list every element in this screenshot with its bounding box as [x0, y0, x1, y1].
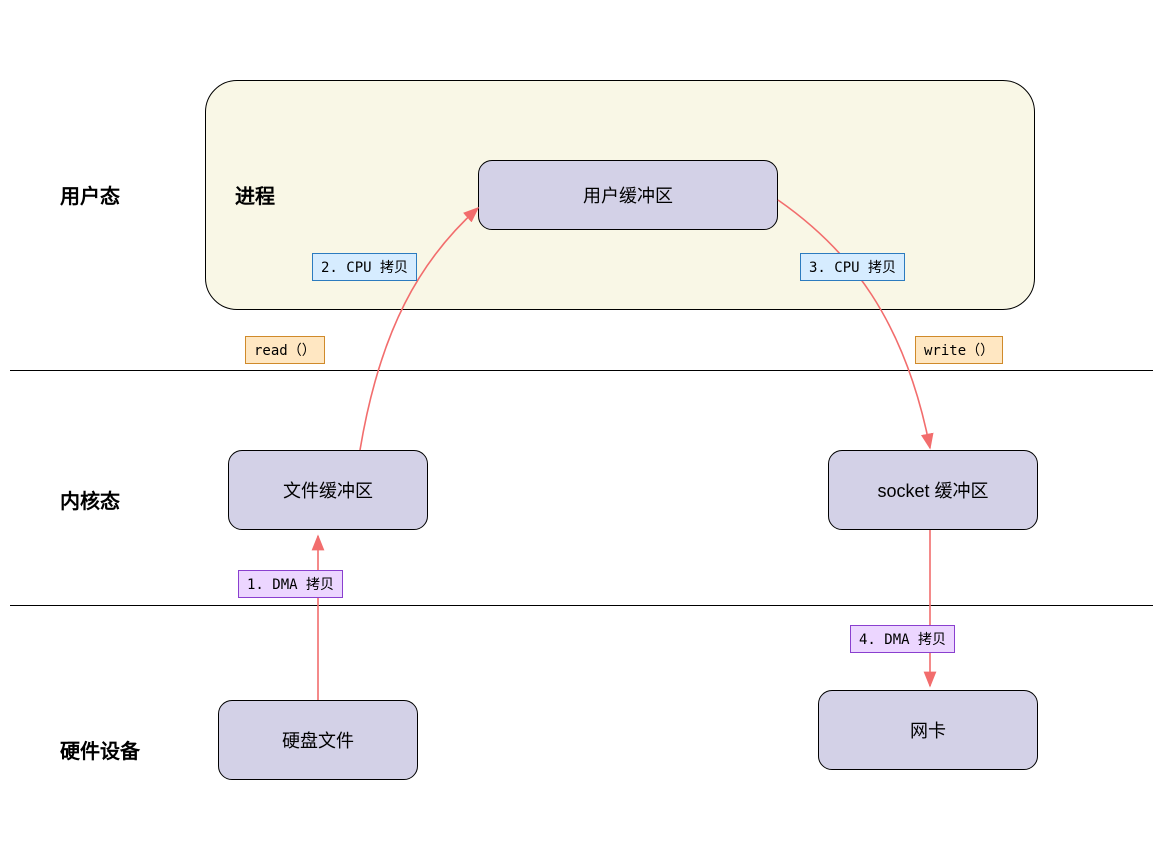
layer-label-user: 用户态 — [60, 180, 120, 209]
tag-read: read（） — [245, 336, 325, 364]
node-user-buffer: 用户缓冲区 — [478, 160, 778, 230]
node-file-buffer: 文件缓冲区 — [228, 450, 428, 530]
tag-step1: 1. DMA 拷贝 — [238, 570, 343, 598]
separator-user-kernel — [10, 370, 1153, 371]
separator-kernel-hw — [10, 605, 1153, 606]
diagram-canvas: 用户态 内核态 硬件设备 进程 用户缓冲区 文件缓冲区 socket 缓冲区 硬… — [0, 0, 1163, 845]
tag-step2: 2. CPU 拷贝 — [312, 253, 417, 281]
tag-write: write（） — [915, 336, 1003, 364]
node-socket-buffer: socket 缓冲区 — [828, 450, 1038, 530]
layer-label-kernel: 内核态 — [60, 485, 120, 514]
tag-step4: 4. DMA 拷贝 — [850, 625, 955, 653]
node-nic: 网卡 — [818, 690, 1038, 770]
node-disk-file: 硬盘文件 — [218, 700, 418, 780]
layer-label-hw: 硬件设备 — [60, 735, 140, 764]
process-title: 进程 — [235, 180, 275, 209]
tag-step3: 3. CPU 拷贝 — [800, 253, 905, 281]
